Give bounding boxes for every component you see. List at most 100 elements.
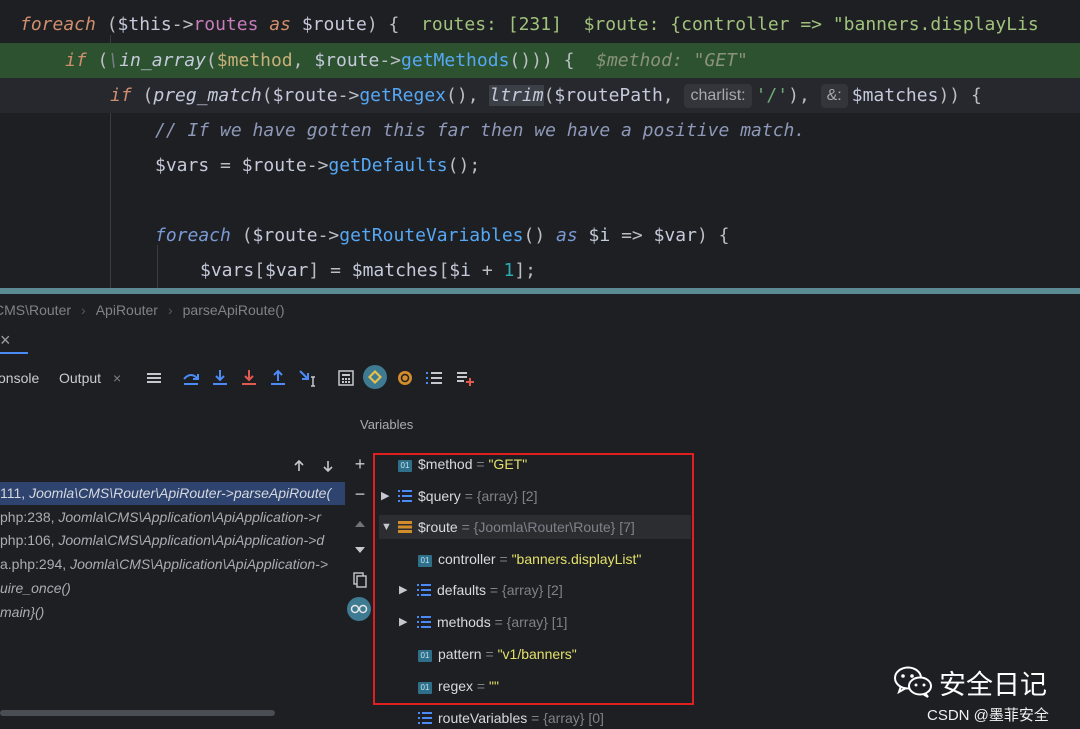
inline-debug-value: $method: "GET"	[574, 50, 748, 71]
frame-item[interactable]: main}()	[0, 601, 345, 624]
punctuation: (	[95, 14, 118, 35]
frames-scrollbar[interactable]	[0, 710, 275, 716]
punctuation: ) {	[366, 14, 400, 35]
tab-output[interactable]: Output	[59, 370, 101, 386]
punctuation: +	[470, 260, 504, 281]
variable-row-routevariables[interactable]: routeVariables = {array} [0]	[418, 706, 604, 729]
breadcrumb-item-class[interactable]: ApiRouter	[96, 302, 158, 318]
method-call: getRouteVariables	[339, 225, 524, 246]
frame-item[interactable]: php:238, Joomla\CMS\Application\ApiAppli…	[0, 506, 345, 529]
number-literal: 1	[503, 260, 515, 281]
highlight-box	[373, 453, 694, 705]
copy-icon[interactable]	[348, 568, 372, 592]
variable: $i	[449, 260, 471, 281]
array-icon	[418, 712, 432, 724]
keyword: if	[110, 85, 132, 106]
keyword: if	[65, 50, 87, 71]
remove-watch-minus-icon[interactable]: −	[348, 482, 372, 506]
function-call: preg_match	[153, 85, 262, 106]
variable: $vars	[200, 260, 255, 281]
variable: $this	[117, 14, 172, 35]
method-call: getMethods	[401, 50, 510, 71]
keyword: as	[556, 225, 578, 246]
frame-item[interactable]: 111, Joomla\CMS\Router\ApiRouter->parseA…	[0, 482, 345, 505]
parameter-hint: &:	[820, 84, 848, 108]
code-line-7[interactable]: foreach ($route->getRouteVariables() as …	[0, 218, 1080, 253]
breadcrumb: CMS\Router › ApiRouter › parseApiRoute()	[0, 294, 1080, 326]
debugger-layout-icon[interactable]	[363, 365, 387, 389]
evaluate-expression-icon[interactable]	[336, 368, 356, 388]
variable: $var	[653, 225, 697, 246]
code-line-5[interactable]: $vars = $route->getDefaults();	[0, 148, 1080, 183]
punctuation: ];	[514, 260, 537, 281]
new-watch-plus-icon[interactable]: +	[348, 452, 372, 476]
tab-output-close-button[interactable]: ×	[113, 370, 121, 386]
punctuation: )) {	[938, 85, 982, 106]
punctuation: (	[261, 85, 273, 106]
frame-call: main}()	[0, 604, 45, 620]
step-out-icon[interactable]	[268, 368, 288, 388]
code-line-execution-point[interactable]: if (\in_array($method, $route->getMethod…	[0, 43, 1080, 78]
punctuation: (	[230, 225, 253, 246]
frame-item[interactable]: a.php:294, Joomla\CMS\Application\ApiApp…	[0, 553, 345, 576]
tab-console[interactable]: onsole	[0, 370, 39, 386]
code-editor[interactable]: foreach ($this->routes as $route) { rout…	[0, 0, 1080, 288]
active-tab-indicator	[0, 352, 28, 354]
add-watch-icon[interactable]	[455, 368, 475, 388]
variable: $route	[314, 50, 380, 71]
function-call: ltrim	[489, 85, 544, 106]
variable: $route	[252, 225, 318, 246]
method-call: getRegex	[359, 85, 447, 106]
variable: $var	[265, 260, 309, 281]
punctuation: [	[254, 260, 266, 281]
menu-icon[interactable]	[144, 368, 164, 388]
punctuation: (),	[446, 85, 490, 106]
variable: $method	[216, 50, 293, 71]
watermark-subtitle: CSDN @墨菲安全	[927, 707, 1049, 724]
punctuation: ->	[379, 50, 402, 71]
glasses-icon[interactable]	[347, 597, 371, 621]
run-to-cursor-icon[interactable]	[298, 368, 318, 388]
move-up-icon[interactable]	[348, 512, 372, 536]
frame-down-arrow-icon[interactable]	[316, 454, 340, 478]
step-over-icon[interactable]	[181, 368, 201, 388]
close-tab-button[interactable]: ×	[0, 330, 11, 351]
variable-name: routeVariables	[438, 710, 528, 726]
frames-list-icon[interactable]	[424, 368, 444, 388]
watermark-title: 安全日记	[939, 670, 1047, 700]
punctuation: (	[86, 50, 109, 71]
punctuation: ();	[447, 155, 481, 176]
breadcrumb-item-router[interactable]: CMS\Router	[0, 302, 71, 318]
frame-item[interactable]: uire_once()	[0, 577, 345, 600]
punctuation: ->	[337, 85, 360, 106]
equals-sign: =	[527, 710, 544, 726]
punctuation: ()	[523, 225, 557, 246]
variable: $route	[272, 85, 338, 106]
breadcrumb-item-method[interactable]: parseApiRoute()	[183, 302, 285, 318]
code-line-1[interactable]: foreach ($this->routes as $route) { rout…	[0, 7, 1080, 42]
variable: $i	[588, 225, 611, 246]
breadcrumb-separator: ›	[167, 302, 173, 318]
variable: $route	[301, 14, 367, 35]
force-step-into-icon[interactable]	[239, 368, 259, 388]
comment: // If we have gotten this far then we ha…	[155, 120, 806, 141]
frame-up-arrow-icon[interactable]	[287, 454, 311, 478]
step-into-icon[interactable]	[210, 368, 230, 388]
code-line-4[interactable]: // If we have gotten this far then we ha…	[0, 113, 1080, 148]
breakpoints-icon[interactable]	[395, 368, 415, 388]
inline-debug-value: routes: [231] $route: {controller => "ba…	[399, 14, 1039, 35]
variable: $matches	[851, 85, 939, 106]
frame-call: Joomla\CMS\Application\ApiApplication->r	[58, 509, 322, 525]
code-line-6[interactable]	[0, 183, 1080, 218]
punctuation: [	[438, 260, 450, 281]
frame-location: php:106,	[0, 532, 59, 548]
punctuation: =	[209, 155, 242, 176]
frame-item[interactable]: php:106, Joomla\CMS\Application\ApiAppli…	[0, 529, 345, 552]
punctuation: ] =	[308, 260, 352, 281]
code-line-3[interactable]: if (preg_match($route->getRegex(), ltrim…	[0, 78, 1080, 113]
punctuation	[578, 225, 589, 246]
frame-call: Joomla\CMS\Router\ApiRouter->parseApiRou…	[29, 485, 332, 501]
punctuation: =>	[610, 225, 654, 246]
code-line-8[interactable]: $vars[$var] = $matches[$i + 1];	[0, 253, 1080, 288]
move-down-icon[interactable]	[348, 538, 372, 562]
